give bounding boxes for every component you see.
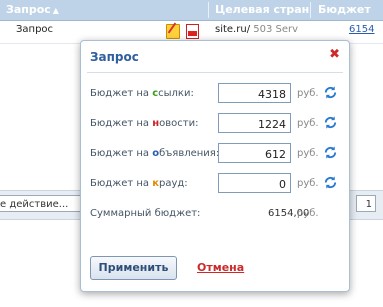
budget-crowd-label: Бюджет на крауд: [90,178,188,189]
column-header-request[interactable]: Запрос ▲ [6,0,59,20]
budget-ads-unit: руб. [297,148,319,159]
row-budget-link[interactable]: 6154 [349,24,374,35]
total-budget-row: Суммарный бюджет: 6154,00 руб. [90,203,342,225]
budget-news-row: Бюджет на новости: руб. [90,113,342,135]
budget-links-unit: руб. [297,88,319,99]
column-header-budget[interactable]: Бюджет [318,0,371,20]
budget-crowd-unit: руб. [297,178,319,189]
dialog-title: Запрос [90,50,139,64]
column-divider [208,2,209,18]
budget-crowd-input[interactable] [218,173,291,193]
budget-links-row: Бюджет на ссылки: руб. [90,83,342,105]
total-budget-unit: руб. [297,208,319,219]
budget-ads-input[interactable] [218,143,291,163]
bulk-action-select[interactable]: е действие... [0,195,87,212]
refresh-icon[interactable] [323,145,338,160]
budget-links-label: Бюджет на ссылки: [90,88,194,99]
budget-links-input[interactable] [218,83,291,103]
column-divider [310,2,311,18]
row-request: Запрос [16,24,54,35]
budget-news-unit: руб. [297,118,319,129]
sort-ascending-icon: ▲ [52,6,59,15]
column-header-request-label: Запрос [6,3,51,16]
budget-ads-label: Бюджет на объявления: [90,148,220,159]
edit-icon[interactable] [166,24,180,39]
budget-crowd-row: Бюджет на крауд: руб. [90,173,342,195]
column-header-target-page[interactable]: Целевая стран [215,0,309,20]
pdf-icon[interactable] [186,24,199,39]
refresh-icon[interactable] [323,175,338,190]
refresh-icon[interactable] [323,115,338,130]
row-site-url: site.ru/ [215,24,251,35]
refresh-icon[interactable] [323,85,338,100]
table-header: Запрос ▲ Целевая стран Бюджет [0,0,383,21]
cancel-link[interactable]: Отмена [197,261,244,274]
page-number-input[interactable]: 1 [356,195,376,212]
close-icon[interactable]: ✖ [329,48,340,62]
budget-news-input[interactable] [218,113,291,133]
budget-news-label: Бюджет на новости: [90,118,199,129]
apply-button[interactable]: Применить [90,256,177,280]
budget-dialog: Запрос ✖ Бюджет на ссылки: руб. Бюджет н… [80,40,350,292]
row-status: 503 Serv [253,24,299,35]
dialog-divider [87,72,343,73]
total-budget-label: Суммарный бюджет: [90,208,201,219]
budget-ads-row: Бюджет на объявления: руб. [90,143,342,165]
row-target-page: site.ru/ 503 Serv [215,24,298,35]
